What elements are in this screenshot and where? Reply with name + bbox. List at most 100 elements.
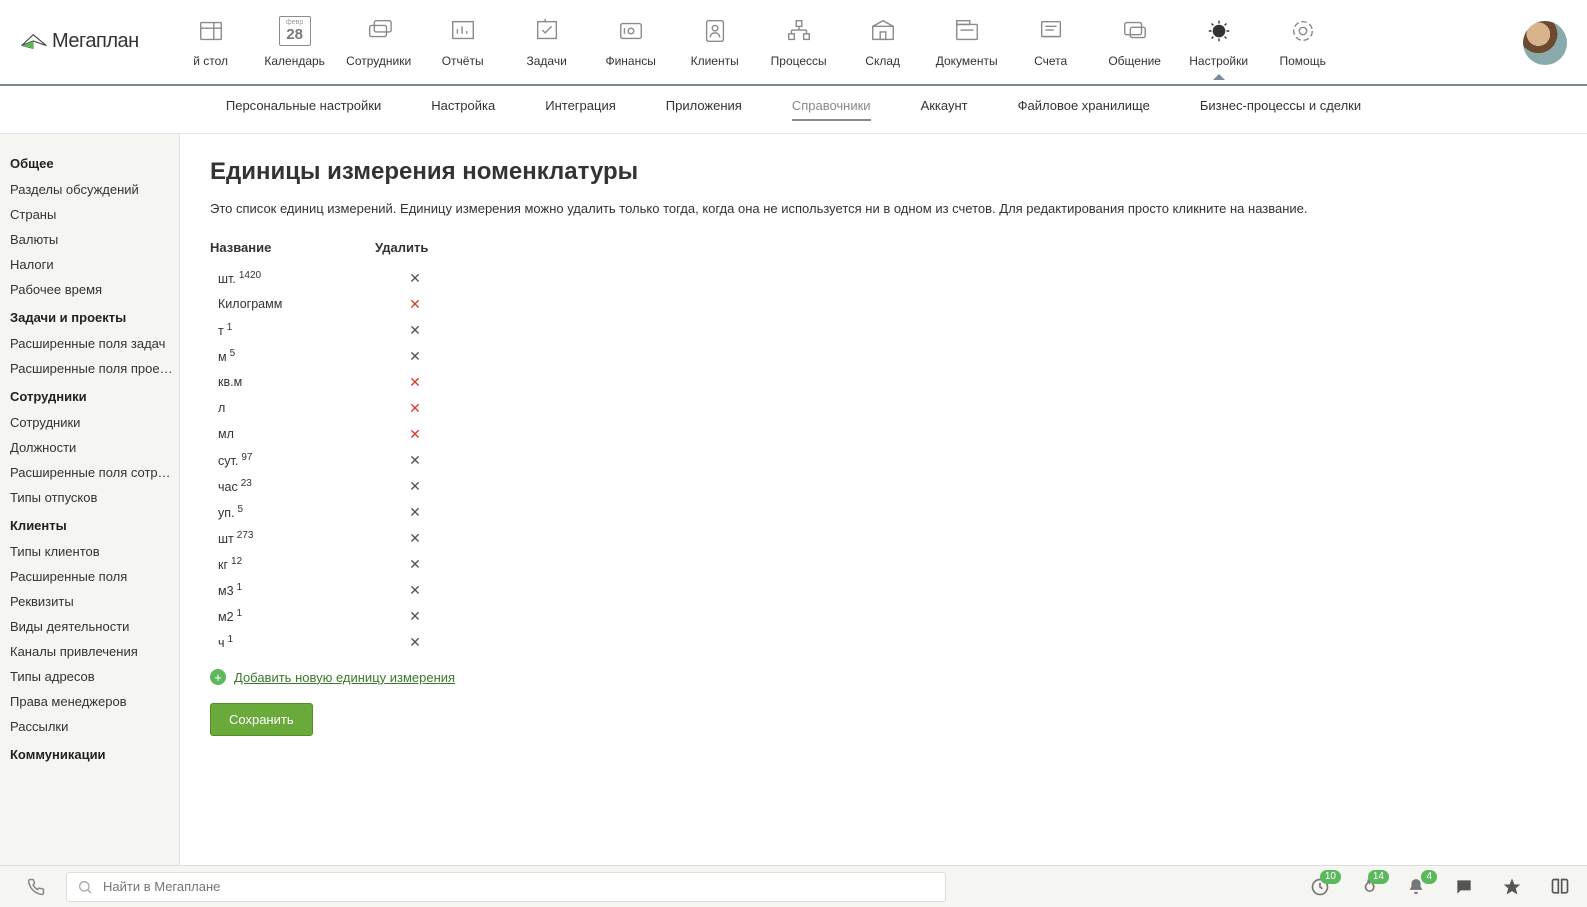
side-group-Клиенты: Клиенты <box>10 510 179 539</box>
side-group-Задачи и проекты: Задачи и проекты <box>10 302 179 331</box>
unit-row: мл✕ <box>210 421 1557 447</box>
delete-icon[interactable]: ✕ <box>375 530 455 547</box>
delete-icon[interactable]: ✕ <box>375 582 455 599</box>
unit-row: сут.97✕ <box>210 447 1557 473</box>
top-nav: Мегаплан й столфевр28КалендарьСотрудники… <box>0 0 1587 86</box>
unit-name[interactable]: уп.5 <box>210 504 375 520</box>
unit-row: кв.м✕ <box>210 369 1557 395</box>
nav-Процессы[interactable]: Процессы <box>757 14 841 78</box>
delete-icon[interactable]: ✕ <box>375 426 455 443</box>
subnav-Настройка[interactable]: Настройка <box>431 98 495 121</box>
side-link[interactable]: Типы отпусков <box>10 485 179 510</box>
subnav-Бизнес-процессы и сделки[interactable]: Бизнес-процессы и сделки <box>1200 98 1361 121</box>
side-link[interactable]: Расширенные поля сотру... <box>10 460 179 485</box>
add-unit-link[interactable]: Добавить новую единицу измерения <box>234 670 455 685</box>
nav-Документы[interactable]: Документы <box>925 14 1009 78</box>
delete-icon[interactable]: ✕ <box>375 322 455 339</box>
delete-icon[interactable]: ✕ <box>375 296 455 313</box>
nav-Финансы[interactable]: Финансы <box>589 14 673 78</box>
unit-name[interactable]: сут.97 <box>210 452 375 468</box>
subnav-Персональные настройки[interactable]: Персональные настройки <box>226 98 381 121</box>
nav-Сотрудники[interactable]: Сотрудники <box>337 14 421 78</box>
side-link[interactable]: Расширенные поля проек... <box>10 356 179 381</box>
nav-й стол[interactable]: й стол <box>169 14 253 78</box>
bell-icon[interactable]: 4 <box>1405 876 1427 898</box>
nav-Клиенты[interactable]: Клиенты <box>673 14 757 78</box>
nav-Отчёты[interactable]: Отчёты <box>421 14 505 78</box>
search-wrap[interactable] <box>66 872 946 902</box>
unit-name[interactable]: шт.1420 <box>210 270 375 286</box>
delete-icon[interactable]: ✕ <box>375 478 455 495</box>
avatar[interactable] <box>1523 21 1567 65</box>
nav-Счета[interactable]: Счета <box>1009 14 1093 78</box>
unit-row: уп.5✕ <box>210 499 1557 525</box>
side-link[interactable]: Виды деятельности <box>10 614 179 639</box>
unit-name[interactable]: ч1 <box>210 634 375 650</box>
delete-icon[interactable]: ✕ <box>375 556 455 573</box>
save-button[interactable]: Сохранить <box>210 703 313 736</box>
logo-text: Мегаплан <box>52 30 139 53</box>
unit-name[interactable]: час23 <box>210 478 375 494</box>
side-link[interactable]: Типы клиентов <box>10 539 179 564</box>
side-link[interactable]: Разделы обсуждений <box>10 177 179 202</box>
delete-icon[interactable]: ✕ <box>375 400 455 417</box>
unit-row: час23✕ <box>210 473 1557 499</box>
side-link[interactable]: Налоги <box>10 252 179 277</box>
unit-name[interactable]: Килограмм <box>210 297 375 311</box>
delete-icon[interactable]: ✕ <box>375 270 455 287</box>
side-link[interactable]: Валюты <box>10 227 179 252</box>
delete-icon[interactable]: ✕ <box>375 634 455 651</box>
delete-icon[interactable]: ✕ <box>375 608 455 625</box>
delete-icon[interactable]: ✕ <box>375 504 455 521</box>
nav-Календарь[interactable]: февр28Календарь <box>253 14 337 78</box>
chat-icon[interactable] <box>1453 876 1475 898</box>
delete-icon[interactable]: ✕ <box>375 348 455 365</box>
nav-Настройки[interactable]: Настройки <box>1177 14 1261 78</box>
logo[interactable]: Мегаплан <box>20 30 139 53</box>
subnav-Аккаунт[interactable]: Аккаунт <box>921 98 968 121</box>
subnav-Интеграция[interactable]: Интеграция <box>545 98 616 121</box>
delete-icon[interactable]: ✕ <box>375 452 455 469</box>
units-header: Название Удалить <box>210 240 1557 255</box>
unit-row: т1✕ <box>210 317 1557 343</box>
unit-name[interactable]: кв.м <box>210 375 375 389</box>
side-link[interactable]: Страны <box>10 202 179 227</box>
logo-icon <box>20 30 48 52</box>
main-content: Единицы измерения номенклатуры Это списо… <box>180 134 1587 865</box>
subnav-Приложения[interactable]: Приложения <box>666 98 742 121</box>
add-unit-row[interactable]: + Добавить новую единицу измерения <box>210 669 1557 685</box>
star-icon[interactable] <box>1501 876 1523 898</box>
nav-Склад[interactable]: Склад <box>841 14 925 78</box>
search-input[interactable] <box>103 879 935 894</box>
phone-icon[interactable] <box>16 878 56 896</box>
clock-icon[interactable]: 10 <box>1309 876 1331 898</box>
unit-name[interactable]: м21 <box>210 608 375 624</box>
unit-name[interactable]: м31 <box>210 582 375 598</box>
side-link[interactable]: Расширенные поля <box>10 564 179 589</box>
nav-Общение[interactable]: Общение <box>1093 14 1177 78</box>
side-link[interactable]: Рассылки <box>10 714 179 739</box>
delete-icon[interactable]: ✕ <box>375 374 455 391</box>
unit-name[interactable]: кг12 <box>210 556 375 572</box>
subnav-Файловое хранилище[interactable]: Файловое хранилище <box>1018 98 1150 121</box>
side-link[interactable]: Реквизиты <box>10 589 179 614</box>
side-link[interactable]: Каналы привлечения <box>10 639 179 664</box>
side-link[interactable]: Расширенные поля задач <box>10 331 179 356</box>
unit-name[interactable]: т1 <box>210 322 375 338</box>
side-link[interactable]: Должности <box>10 435 179 460</box>
side-link[interactable]: Сотрудники <box>10 410 179 435</box>
unit-name[interactable]: м5 <box>210 348 375 364</box>
side-group-Сотрудники: Сотрудники <box>10 381 179 410</box>
unit-name[interactable]: мл <box>210 427 375 441</box>
unit-name[interactable]: шт273 <box>210 530 375 546</box>
unit-row: м21✕ <box>210 603 1557 629</box>
unit-name[interactable]: л <box>210 401 375 415</box>
book-icon[interactable] <box>1549 876 1571 898</box>
side-link[interactable]: Права менеджеров <box>10 689 179 714</box>
nav-Задачи[interactable]: Задачи <box>505 14 589 78</box>
side-link[interactable]: Рабочее время <box>10 277 179 302</box>
side-link[interactable]: Типы адресов <box>10 664 179 689</box>
subnav-Справочники[interactable]: Справочники <box>792 98 871 121</box>
nav-Помощь[interactable]: Помощь <box>1261 14 1345 78</box>
fire-icon[interactable]: 14 <box>1357 876 1379 898</box>
